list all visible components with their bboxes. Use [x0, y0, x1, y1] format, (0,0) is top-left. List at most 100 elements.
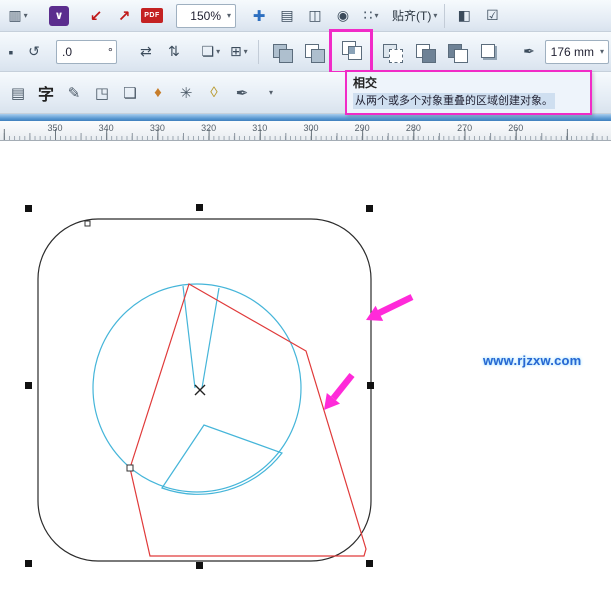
simplify-button[interactable] — [377, 36, 404, 68]
pan-icon: ✚ — [252, 7, 266, 25]
crop-icon: ◳ — [94, 84, 110, 102]
page-icon: ◫ — [308, 7, 322, 23]
chevron-down-icon: ▾ — [216, 47, 221, 56]
align-button[interactable]: ⊞ ▾ — [226, 38, 252, 66]
selection-handle[interactable] — [25, 205, 32, 212]
import-button[interactable]: ↙ — [83, 2, 109, 30]
top-wedge-lines[interactable] — [182, 285, 220, 389]
ruler-label: 350 — [47, 123, 63, 133]
publish-pdf-button[interactable]: PDF — [139, 2, 165, 30]
rotation-angle-field[interactable]: ° — [56, 39, 117, 64]
lock-button[interactable]: ▪ — [3, 38, 19, 66]
export-icon: ↗ — [117, 7, 131, 25]
red-polygon[interactable] — [129, 283, 367, 557]
mirror-vertical-button[interactable]: ⇅ — [161, 38, 187, 66]
outline-pen-button[interactable]: ✒ — [516, 38, 542, 66]
degree-unit: ° — [108, 44, 113, 59]
zoom-level-value: 150% — [190, 8, 221, 23]
dropper-combo-button[interactable]: ▾ — [257, 79, 283, 107]
weld-button[interactable] — [267, 36, 293, 68]
drawing-canvas[interactable]: www.rjzxw.com — [0, 141, 611, 598]
welcome-button[interactable]: ◧ — [451, 2, 477, 30]
order-icon: ❏ — [201, 43, 215, 59]
pdf-icon: PDF — [141, 8, 163, 23]
ruler-label: 270 — [457, 123, 473, 133]
welcome-icon: ◧ — [457, 7, 471, 23]
export-button[interactable]: ↗ — [111, 2, 137, 30]
character-formatting-button[interactable]: 字 — [33, 79, 59, 107]
window-divider — [0, 114, 611, 121]
ruler-label: 280 — [405, 123, 421, 133]
back-minus-front-button[interactable] — [442, 36, 469, 68]
outline-width-combo[interactable]: 176 mm ▾ — [545, 39, 610, 64]
selection-handle[interactable] — [196, 204, 203, 211]
intersect-highlight-box — [329, 29, 374, 74]
app-launcher-button[interactable]: ∨ — [46, 2, 72, 30]
create-boundary-button[interactable] — [475, 36, 501, 68]
order-button[interactable]: ❏ ▾ — [198, 38, 224, 66]
trim-button[interactable] — [299, 36, 326, 68]
chevron-down-icon: ▾ — [243, 47, 248, 56]
circle-shape[interactable] — [92, 283, 302, 493]
format-area-button[interactable]: ▤ — [5, 79, 31, 107]
center-marker — [194, 384, 206, 396]
grid-dots-icon: ∷ — [363, 7, 373, 23]
chevron-down-icon: ▾ — [268, 88, 273, 97]
ruler-label: 290 — [354, 123, 370, 133]
color-button[interactable]: ♦ — [145, 79, 171, 107]
artistic-media-button[interactable]: ✳ — [173, 79, 199, 107]
intersect-button[interactable] — [336, 33, 366, 65]
bottom-fan-shape[interactable] — [161, 424, 283, 495]
angle-input[interactable] — [60, 43, 106, 60]
annotation-arrow-lower — [324, 372, 355, 410]
mirror-horizontal-button[interactable]: ⇄ — [133, 38, 159, 66]
ruler-label: 300 — [303, 123, 319, 133]
selection-handle[interactable] — [366, 205, 373, 212]
snap-to-label: 贴齐(T) — [392, 9, 432, 23]
print-merge-button[interactable]: ▥ ▾ — [5, 2, 31, 30]
rotate-button[interactable]: ↺ — [21, 38, 47, 66]
rotate-icon: ↺ — [28, 43, 40, 59]
pen-tool-button[interactable]: ✎ — [61, 79, 87, 107]
bezier-button[interactable]: ✒ — [229, 79, 255, 107]
ruler-label: 340 — [98, 123, 114, 133]
options-button[interactable]: ☑ — [479, 2, 505, 30]
property-bar: ▪ ↺ ° ⇄ ⇅ ❏▾ ⊞▾ ✒ 176 mm▾ — [0, 29, 611, 74]
layer-icon: ❏ — [123, 84, 137, 102]
outline-width-value: 176 mm — [550, 44, 595, 59]
page-view-button[interactable]: ◫ — [302, 2, 328, 30]
annotation-arrow-upper — [366, 294, 414, 321]
snap-to-button[interactable]: 贴齐(T) ▾ — [391, 2, 438, 30]
import-icon: ↙ — [89, 7, 103, 25]
ruler-label: 330 — [149, 123, 165, 133]
crop-tool-button[interactable]: ◳ — [89, 79, 115, 107]
color-icon: ♦ — [154, 84, 162, 101]
show-hide-button[interactable]: ◉ — [330, 2, 356, 30]
chevron-down-icon: ▾ — [23, 11, 28, 20]
chevron-down-icon: ▾ — [600, 47, 605, 56]
artistic-media-icon: ✳ — [179, 84, 193, 102]
rounded-square-shape[interactable] — [37, 218, 372, 562]
pan-button[interactable]: ✚ — [246, 2, 272, 30]
rulers-button[interactable]: ▤ — [274, 2, 300, 30]
selection-handle[interactable] — [366, 560, 373, 567]
curve-node[interactable] — [126, 464, 134, 472]
zoom-level-combo[interactable]: 150% ▾ — [176, 3, 237, 28]
app-launcher-icon: ∨ — [49, 5, 69, 26]
selection-handle[interactable] — [367, 382, 374, 389]
selection-handle[interactable] — [25, 560, 32, 567]
tooltip-title: 相交 — [353, 76, 378, 90]
front-minus-back-button[interactable] — [410, 36, 436, 68]
drawing-svg — [25, 204, 414, 569]
watermark-text: www.rjzxw.com — [483, 353, 582, 368]
intersect-tooltip: 相交 从两个或多个对象重叠的区域创建对象。 — [345, 70, 592, 115]
selection-handle[interactable] — [25, 382, 32, 389]
ruler-label: 260 — [508, 123, 524, 133]
pencil-icon: ✎ — [67, 84, 81, 102]
selection-handle[interactable] — [196, 562, 203, 569]
dynamic-guides-button[interactable]: ∷ ▾ — [358, 2, 384, 30]
corner-node[interactable] — [84, 220, 91, 227]
fill-button[interactable]: ◊ — [201, 79, 227, 107]
horizontal-ruler[interactable]: 350 340 330 320 310 300 290 280 270 260 — [0, 121, 611, 141]
layer-button[interactable]: ❏ — [117, 79, 143, 107]
